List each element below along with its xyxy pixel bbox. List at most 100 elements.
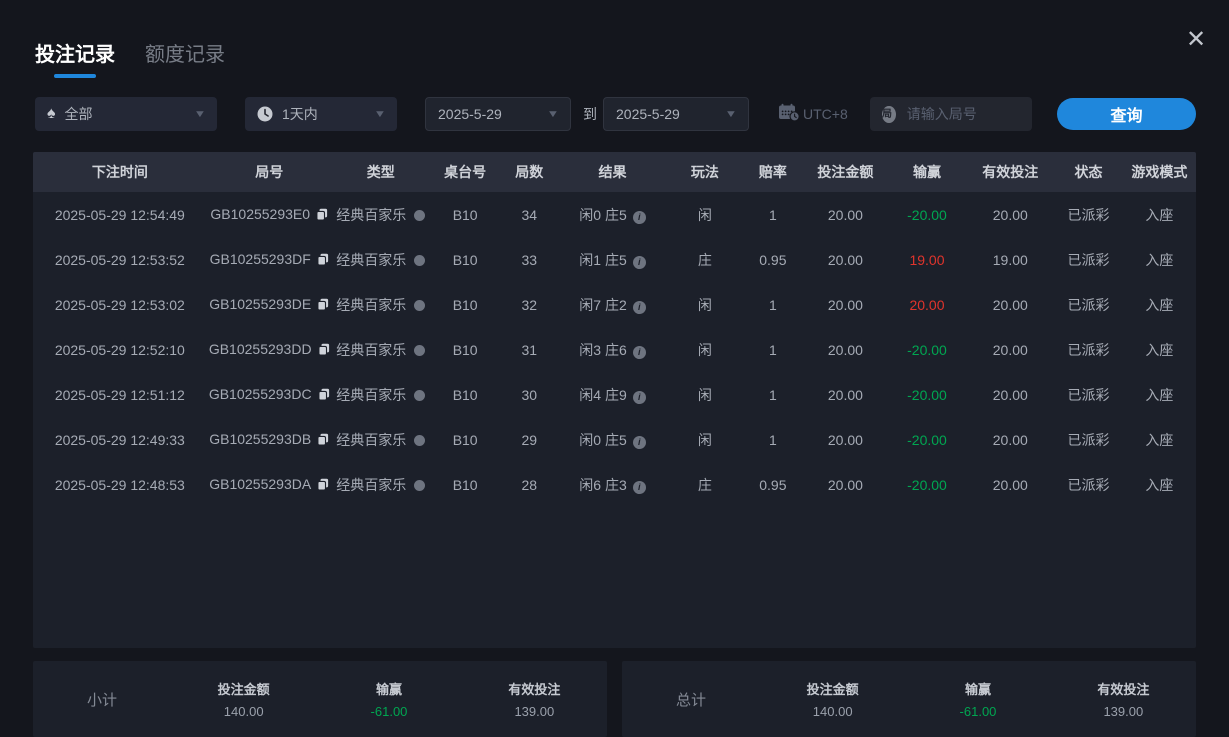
game-type-cell-text: 经典百家乐 <box>336 432 406 448</box>
play-type-cell-text: 庄 <box>698 252 712 268</box>
win-loss-cell: 19.00 <box>888 237 967 282</box>
total-valid-stat: 有效投注 139.00 <box>1051 679 1196 719</box>
copy-icon[interactable] <box>317 253 329 269</box>
info-icon[interactable]: i <box>633 481 646 494</box>
game-mode-cell: 入座 <box>1123 417 1196 462</box>
subtotal-winloss-label: 输赢 <box>316 679 461 698</box>
result-cell: 闲3 庄6 i <box>558 327 667 372</box>
result-cell-text: 闲0 庄5 <box>579 432 626 448</box>
copy-icon[interactable] <box>318 388 330 404</box>
round-id-cell-text: GB10255293DA <box>209 476 311 492</box>
copy-icon[interactable] <box>316 208 328 224</box>
game-type-cell: 经典百家乐 <box>332 282 430 327</box>
info-icon[interactable]: i <box>633 301 646 314</box>
round-id-cell: GB10255293DA <box>207 462 332 507</box>
table-no-cell: B10 <box>430 327 501 372</box>
game-type-cell-text: 经典百家乐 <box>336 342 406 358</box>
valid-bet-cell: 20.00 <box>966 462 1054 507</box>
game-type-select[interactable]: ♠ 全部 ▼ <box>35 97 217 131</box>
round-no-cell-text: 30 <box>521 387 537 403</box>
valid-bet-cell: 19.00 <box>966 237 1054 282</box>
total-label: 总计 <box>622 689 760 710</box>
tab-bet-records-label: 投注记录 <box>35 44 115 66</box>
date-to-value: 2025-5-29 <box>616 106 680 122</box>
round-no-cell-text: 33 <box>521 252 537 268</box>
table-no-cell-text: B10 <box>453 342 478 358</box>
subtotal-winloss-value: -61.00 <box>316 704 461 719</box>
date-to-select[interactable]: 2025-5-29 ▼ <box>603 97 749 131</box>
status-cell: 已派彩 <box>1054 462 1123 507</box>
game-type-cell-text: 经典百家乐 <box>336 252 406 268</box>
round-search-field[interactable]: 局 <box>870 97 1032 131</box>
win-loss-cell: -20.00 <box>888 372 967 417</box>
subtotal-valid-value: 139.00 <box>462 704 607 719</box>
tab-quota-records[interactable]: 额度记录 <box>145 38 225 78</box>
round-no-cell: 28 <box>501 462 558 507</box>
total-valid-value: 139.00 <box>1051 704 1196 719</box>
info-icon[interactable]: i <box>633 211 646 224</box>
info-icon[interactable]: i <box>633 391 646 404</box>
info-icon[interactable]: i <box>633 256 646 269</box>
date-from-select[interactable]: 2025-5-29 ▼ <box>425 97 571 131</box>
table-no-cell: B10 <box>430 462 501 507</box>
win-loss-cell-text: -20.00 <box>907 342 947 358</box>
table-no-cell-text: B10 <box>453 432 478 448</box>
valid-bet-cell: 20.00 <box>966 192 1054 237</box>
play-type-cell-text: 庄 <box>698 477 712 493</box>
game-type-cell: 经典百家乐 <box>332 417 430 462</box>
win-loss-cell: 20.00 <box>888 282 967 327</box>
status-cell: 已派彩 <box>1054 327 1123 372</box>
subtotal-panel: 小计 投注金额 140.00 输赢 -61.00 有效投注 139.00 <box>33 661 607 737</box>
subtotal-bet-value: 140.00 <box>171 704 316 719</box>
round-id-cell-text: GB10255293DE <box>209 296 311 312</box>
round-id-cell-text: GB10255293DF <box>210 251 311 267</box>
status-cell-text: 已派彩 <box>1067 342 1109 358</box>
win-loss-cell-text: 20.00 <box>909 297 944 313</box>
play-type-cell: 庄 <box>667 462 742 507</box>
tab-bet-records[interactable]: 投注记录 <box>35 38 115 78</box>
copy-icon[interactable] <box>317 433 329 449</box>
valid-bet-cell-text: 20.00 <box>993 387 1028 403</box>
bet-time-cell: 2025-05-29 12:53:52 <box>33 237 207 282</box>
table-no-cell: B10 <box>430 282 501 327</box>
play-type-cell-text: 闲 <box>698 387 712 403</box>
game-type-cell: 经典百家乐 <box>332 237 430 282</box>
round-no-cell: 31 <box>501 327 558 372</box>
query-button[interactable]: 查询 <box>1057 98 1196 130</box>
game-mode-cell: 入座 <box>1123 237 1196 282</box>
result-cell-text: 闲3 庄6 <box>579 342 626 358</box>
play-type-cell: 闲 <box>667 417 742 462</box>
column-header: 局号 <box>207 152 332 192</box>
result-cell-text: 闲4 庄9 <box>579 387 626 403</box>
bet-amount-cell-text: 20.00 <box>828 432 863 448</box>
copy-icon[interactable] <box>318 343 330 359</box>
info-icon[interactable]: i <box>633 346 646 359</box>
table-row: 2025-05-29 12:49:33GB10255293DB经典百家乐B102… <box>33 417 1196 462</box>
subtotal-label: 小计 <box>33 689 171 710</box>
time-range-select[interactable]: 1天内 ▼ <box>245 97 397 131</box>
round-no-cell-text: 28 <box>521 477 537 493</box>
close-icon[interactable]: ✕ <box>1183 26 1209 52</box>
round-search-input[interactable] <box>905 105 1020 123</box>
valid-bet-cell-text: 19.00 <box>993 252 1028 268</box>
bet-amount-cell: 20.00 <box>803 192 887 237</box>
win-loss-cell-text: -20.00 <box>907 477 947 493</box>
time-range-value: 1天内 <box>282 104 318 124</box>
game-dot-icon <box>414 300 425 311</box>
column-header: 玩法 <box>667 152 742 192</box>
bet-time-cell: 2025-05-29 12:54:49 <box>33 192 207 237</box>
valid-bet-cell-text: 20.00 <box>993 297 1028 313</box>
copy-icon[interactable] <box>317 478 329 494</box>
result-cell: 闲1 庄5i <box>558 237 667 282</box>
valid-bet-cell-text: 20.00 <box>993 342 1028 358</box>
table-row: 2025-05-29 12:48:53GB10255293DA经典百家乐B102… <box>33 462 1196 507</box>
game-dot-icon <box>414 210 425 221</box>
column-header: 赔率 <box>743 152 804 192</box>
game-type-cell: 经典百家乐 <box>332 327 430 372</box>
odds-cell-text: 1 <box>769 387 777 403</box>
play-type-cell-text: 闲 <box>698 342 712 358</box>
table-no-cell: B10 <box>430 237 501 282</box>
valid-bet-cell-text: 20.00 <box>993 432 1028 448</box>
copy-icon[interactable] <box>317 298 329 314</box>
info-icon[interactable]: i <box>633 436 646 449</box>
